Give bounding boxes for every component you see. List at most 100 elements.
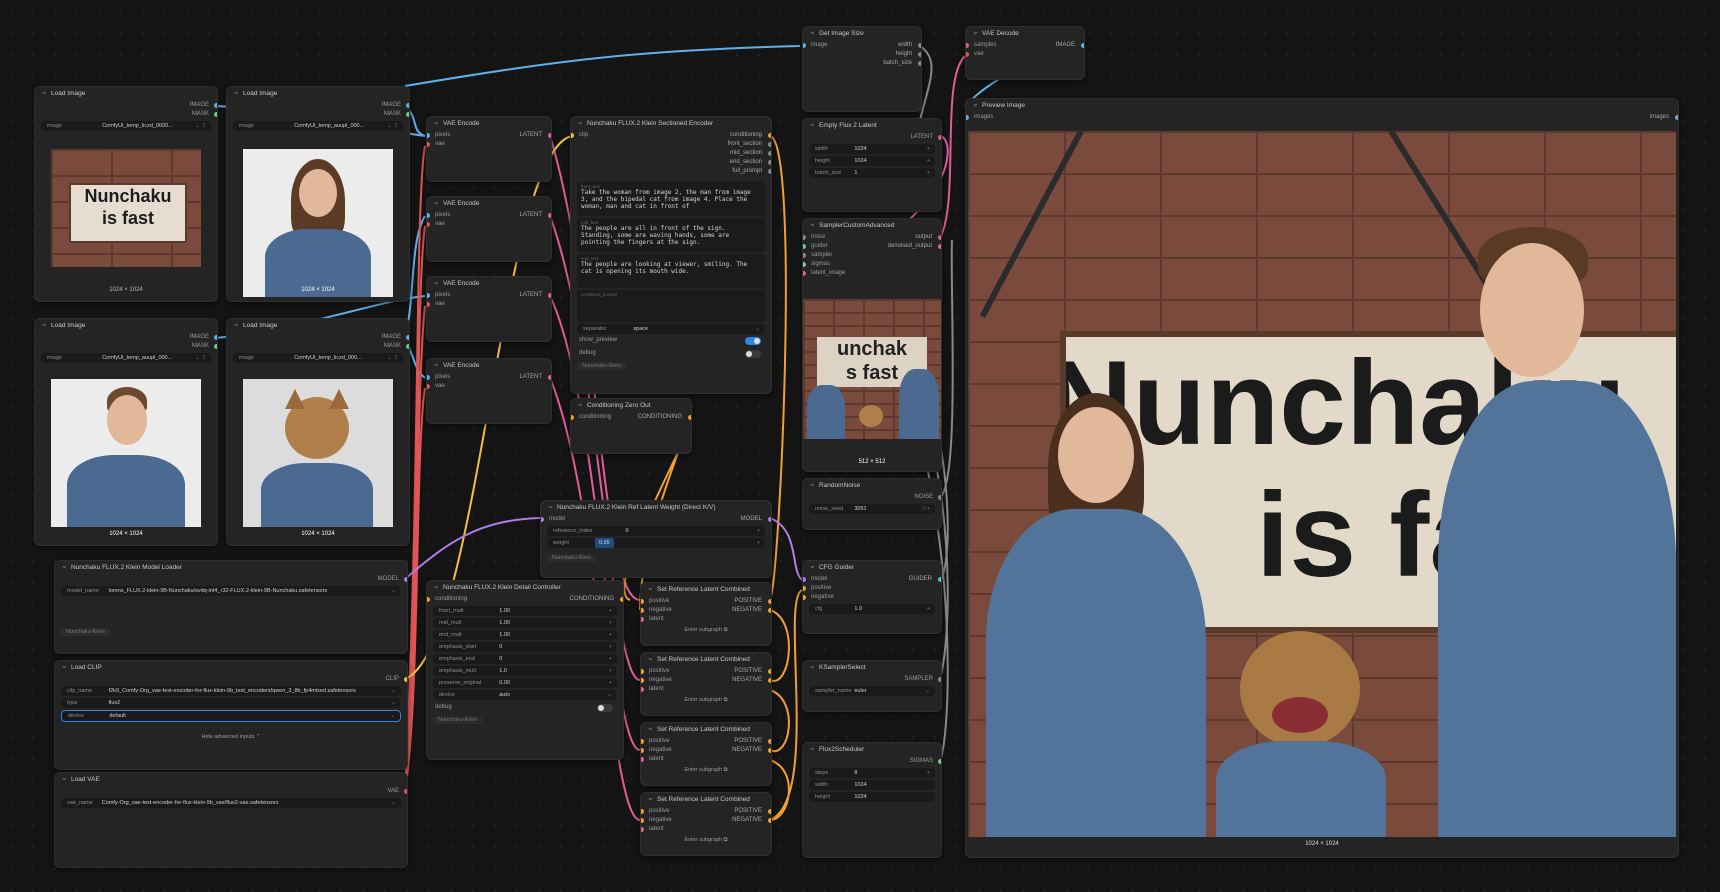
image-select[interactable]: image ComfyUI_temp_liczd_000... ⌄ ⇪ xyxy=(233,353,403,363)
output-socket[interactable] xyxy=(938,577,941,582)
upload-icon[interactable]: ⌄ ⇪ xyxy=(387,353,398,363)
input-noise[interactable]: noise output xyxy=(803,233,941,242)
conditioning-zero-out-node[interactable]: Conditioning Zero Out conditioning CONDIT… xyxy=(570,398,692,454)
input-socket[interactable] xyxy=(427,293,430,298)
input-socket[interactable] xyxy=(966,115,969,120)
flux2-scheduler-node[interactable]: Flux2Scheduler SIGMAS steps8+ width1024 … xyxy=(802,742,942,858)
load-image-node-4[interactable]: Load Image IMAGE MASK image ComfyUI_temp_… xyxy=(226,318,410,546)
image-select[interactable]: image ComfyUI_temp_auupl_000... ⌄ ⇪ xyxy=(233,121,403,131)
input-socket[interactable] xyxy=(427,142,430,147)
enter-subgraph-button[interactable]: Enter subgraph ⧉ xyxy=(641,837,771,844)
weight-slider[interactable]: weight 0.95 + xyxy=(547,538,765,548)
input-negative[interactable]: negative NEGATIVE xyxy=(641,606,771,615)
input-socket[interactable] xyxy=(571,415,574,420)
preview-image-node[interactable]: Preview Image images images Nunchaku is f… xyxy=(965,98,1679,858)
vae-decode-node[interactable]: VAE Decode samples IMAGE vae xyxy=(965,26,1085,80)
node-title[interactable]: Load Image xyxy=(35,87,217,101)
output-socket[interactable] xyxy=(768,517,771,522)
output-socket[interactable] xyxy=(214,335,217,340)
cfg-guider-node[interactable]: CFG Guider model GUIDER positive negative… xyxy=(802,560,942,634)
plus-icon[interactable]: + xyxy=(609,618,612,628)
output-socket[interactable] xyxy=(548,375,551,380)
output-socket[interactable] xyxy=(768,678,771,683)
input-positive[interactable]: positive POSITIVE xyxy=(641,597,771,606)
output-image[interactable]: IMAGE xyxy=(35,101,217,110)
output-image[interactable]: IMAGE xyxy=(35,333,217,342)
output-socket[interactable] xyxy=(548,213,551,218)
input-socket[interactable] xyxy=(966,43,969,48)
input-vae[interactable]: vae xyxy=(427,140,551,149)
input-socket[interactable] xyxy=(571,133,574,138)
batch-size-input[interactable]: batch_size 1 + xyxy=(809,168,935,178)
input-sampler[interactable]: sampler xyxy=(803,251,941,260)
input-socket[interactable] xyxy=(427,133,430,138)
input-model[interactable]: model GUIDER xyxy=(803,575,941,584)
input-latent[interactable]: latent xyxy=(641,755,771,764)
output-socket[interactable] xyxy=(548,293,551,298)
random-noise-node[interactable]: RandomNoise NOISE noise_seed 3051 ⤨ + xyxy=(802,478,942,530)
node-title[interactable]: Load Image xyxy=(35,319,217,333)
output-socket[interactable] xyxy=(1081,43,1084,48)
plus-icon[interactable]: + xyxy=(609,678,612,688)
output-socket[interactable] xyxy=(1675,115,1678,120)
node-title[interactable]: Load CLIP xyxy=(55,661,407,675)
input-positive[interactable]: positive POSITIVE xyxy=(641,807,771,816)
input-latent-image[interactable]: latent_image xyxy=(803,269,941,278)
input-latent[interactable]: latent xyxy=(641,615,771,624)
input-image[interactable]: image width xyxy=(803,41,921,50)
load-vae-node[interactable]: Load VAE VAE vae_name Comfy-Org_vae-text-… xyxy=(54,772,408,868)
input-socket[interactable] xyxy=(803,244,806,249)
combined-prompt-area[interactable]: combined_prompt xyxy=(577,290,765,322)
output-full-prompt[interactable]: full_prompt xyxy=(571,167,771,176)
output-socket[interactable] xyxy=(918,43,921,48)
output-socket[interactable] xyxy=(406,344,409,349)
input-socket[interactable] xyxy=(641,687,644,692)
output-latent[interactable]: LATENT xyxy=(803,133,941,142)
emphasis-start-input[interactable]: emphasis_start 0 + xyxy=(433,642,617,652)
input-socket[interactable] xyxy=(427,597,430,602)
node-title[interactable]: VAE Decode xyxy=(966,27,1084,41)
output-image[interactable]: IMAGE xyxy=(227,333,409,342)
input-clip[interactable]: clip conditioning xyxy=(571,131,771,140)
upload-icon[interactable]: ⌄ ⇪ xyxy=(195,121,206,131)
output-socket[interactable] xyxy=(768,142,771,147)
input-latent[interactable]: latent xyxy=(641,825,771,834)
input-vae[interactable]: vae xyxy=(427,300,551,309)
upload-icon[interactable]: ⌄ ⇪ xyxy=(387,121,398,131)
plus-icon[interactable]: + xyxy=(927,604,930,614)
output-mask[interactable]: MASK xyxy=(35,110,217,119)
output-socket[interactable] xyxy=(938,495,941,500)
output-socket[interactable] xyxy=(768,599,771,604)
input-latent[interactable]: latent xyxy=(641,685,771,694)
input-socket[interactable] xyxy=(541,517,544,522)
plus-icon[interactable]: + xyxy=(609,642,612,652)
output-socket[interactable] xyxy=(938,235,941,240)
output-socket[interactable] xyxy=(768,608,771,613)
node-title[interactable]: SamplerCustomAdvanced xyxy=(803,219,941,233)
input-socket[interactable] xyxy=(803,271,806,276)
node-title[interactable]: Set Reference Latent Combined xyxy=(641,583,771,597)
emphasis-mult-slider[interactable]: emphasis_mult 1.0 + xyxy=(433,666,617,676)
image-select[interactable]: image ComfyUI_temp_liczd_0000... ⌄ ⇪ xyxy=(41,121,211,131)
sampler-custom-advanced-node[interactable]: SamplerCustomAdvanced noise output guider… xyxy=(802,218,942,472)
set-reference-latent-node-3[interactable]: Set Reference Latent Combined positive PO… xyxy=(640,722,772,786)
input-socket[interactable] xyxy=(803,262,806,267)
node-title[interactable]: VAE Encode xyxy=(427,359,551,373)
enter-subgraph-button[interactable]: Enter subgraph ⧉ xyxy=(641,767,771,774)
plus-icon[interactable]: + xyxy=(609,654,612,664)
debug-toggle-row[interactable]: debug xyxy=(427,703,623,712)
output-sampler[interactable]: SAMPLER xyxy=(803,675,941,684)
front-mult-slider[interactable]: front_mult 1.00 + xyxy=(433,606,617,616)
node-title[interactable]: Load Image xyxy=(227,319,409,333)
output-mask[interactable]: MASK xyxy=(227,342,409,351)
debug-toggle-row[interactable]: debug xyxy=(571,349,771,358)
node-title[interactable]: Conditioning Zero Out xyxy=(571,399,691,413)
end-mult-slider[interactable]: end_mult 1.00 + xyxy=(433,630,617,640)
node-title[interactable]: Get Image Size xyxy=(803,27,921,41)
output-clip[interactable]: CLIP xyxy=(55,675,407,684)
input-socket[interactable] xyxy=(427,375,430,380)
input-negative[interactable]: negative NEGATIVE xyxy=(641,816,771,825)
node-title[interactable]: VAE Encode xyxy=(427,197,551,211)
node-title[interactable]: RandomNoise xyxy=(803,479,941,493)
input-positive[interactable]: positive POSITIVE xyxy=(641,737,771,746)
